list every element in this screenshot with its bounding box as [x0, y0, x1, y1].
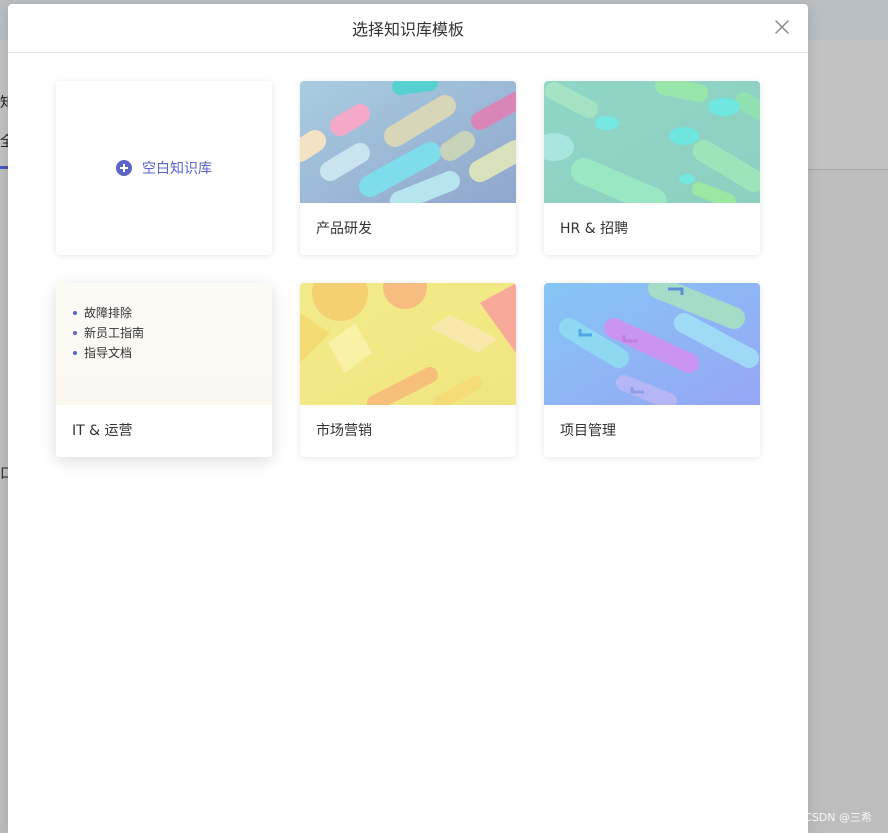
plus-circle-icon: [116, 160, 132, 176]
dialog-title: 选择知识库模板: [351, 20, 464, 39]
template-card-it-operations[interactable]: 故障排除 新员工指南 指导文档 IT & 运营: [56, 283, 272, 457]
template-card-project-management[interactable]: 项目管理: [544, 283, 760, 457]
template-card-marketing[interactable]: 市场营销: [300, 283, 516, 457]
template-cover-image: [544, 283, 760, 405]
template-cover-image: [544, 81, 760, 203]
template-dialog: 选择知识库模板 空白知识库 产品研发 HR & 招聘 故障排除 新员工指南 指导…: [8, 4, 808, 833]
template-card-hr-recruiting[interactable]: HR & 招聘: [544, 81, 760, 255]
template-card-label: IT & 运营: [72, 423, 133, 439]
close-button[interactable]: [774, 19, 790, 35]
background-divider: [808, 169, 888, 170]
template-card-label: 产品研发: [316, 221, 372, 237]
dialog-header: 选择知识库模板: [8, 4, 808, 53]
preview-list-item: 新员工指南: [72, 323, 272, 343]
preview-list-item: 故障排除: [72, 303, 272, 323]
preview-list: 故障排除 新员工指南 指导文档: [72, 303, 272, 363]
blank-card-content: 空白知识库: [116, 158, 212, 178]
template-cover-image: [300, 283, 516, 405]
preview-list-item: 指导文档: [72, 343, 272, 363]
template-card-label: 市场营销: [316, 423, 372, 439]
template-card-label: HR & 招聘: [560, 221, 629, 237]
watermark: CSDN @三希: [804, 811, 872, 824]
background-tab-indicator: [0, 166, 8, 169]
template-card-product-dev[interactable]: 产品研发: [300, 81, 516, 255]
template-cover-preview: 故障排除 新员工指南 指导文档: [56, 283, 272, 405]
template-grid: 空白知识库 产品研发 HR & 招聘 故障排除 新员工指南 指导文档 IT & …: [56, 81, 760, 457]
template-card-label: 项目管理: [560, 423, 616, 439]
blank-card-label: 空白知识库: [142, 161, 212, 177]
blank-knowledge-base-card[interactable]: 空白知识库: [56, 81, 272, 255]
template-cover-image: [300, 81, 516, 203]
close-icon[interactable]: [774, 19, 790, 35]
